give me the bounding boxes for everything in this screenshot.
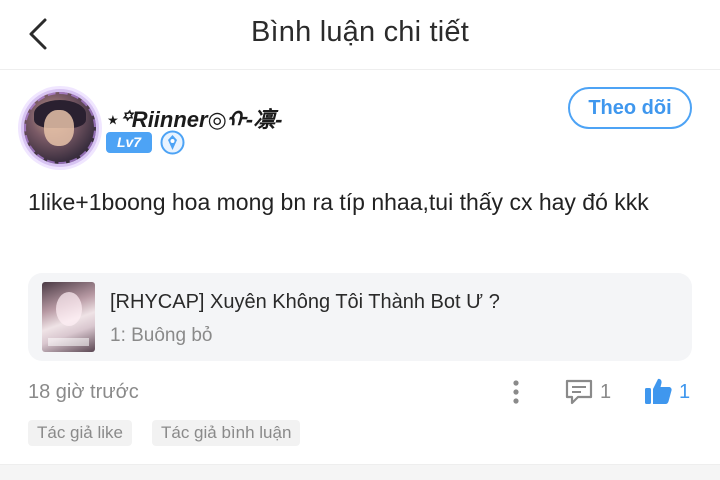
username[interactable]: ⋆꙳Riinner◎ᡣ-凛- (106, 96, 282, 134)
thumbs-up-icon[interactable] (643, 376, 673, 406)
tag-author-liked: Tác giả like (28, 420, 132, 446)
comment-timestamp: 18 giờ trước (28, 381, 139, 403)
section-divider (0, 464, 720, 480)
tag-author-commented: Tác giả bình luận (152, 420, 301, 446)
comment-text: 1like+1boong hoa mong bn ra típ nhaa,tui… (28, 189, 649, 215)
avatar[interactable] (24, 92, 96, 164)
like-count: 1 (679, 381, 691, 403)
story-cover-image (42, 282, 95, 352)
more-options-icon[interactable] (506, 378, 526, 406)
level-badge: Lv7 (106, 132, 152, 153)
top-bar: Bình luận chi tiết (0, 0, 720, 70)
reply-icon[interactable] (564, 378, 594, 406)
verified-badge-icon (160, 130, 185, 155)
story-chapter: 1: Buông bỏ (110, 325, 213, 346)
reply-count: 1 (600, 381, 612, 403)
story-card[interactable]: [RHYCAP] Xuyên Không Tôi Thành Bot Ư ? 1… (28, 273, 692, 361)
follow-button[interactable]: Theo dõi (568, 87, 692, 129)
story-title: [RHYCAP] Xuyên Không Tôi Thành Bot Ư ? (110, 291, 500, 313)
page-title: Bình luận chi tiết (250, 16, 469, 48)
